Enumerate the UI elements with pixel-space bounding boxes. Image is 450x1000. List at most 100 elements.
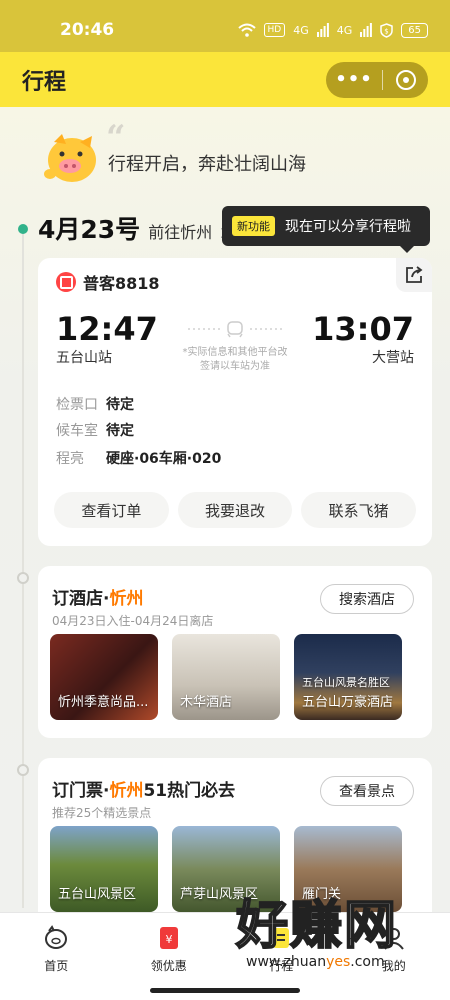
search-hotel-button[interactable]: 搜索酒店 — [320, 584, 414, 614]
share-icon — [406, 266, 423, 283]
tooltip-text: 现在可以分享行程啦 — [285, 219, 411, 235]
attraction-card[interactable]: 雁门关 — [294, 826, 402, 912]
tab-label: 首页 — [44, 959, 69, 973]
refund-change-button[interactable]: 我要退改 — [177, 492, 293, 528]
info-row-waiting-room: 候车室 待定 — [56, 420, 134, 440]
profile-icon — [383, 928, 404, 950]
signal-bars-icon-2 — [360, 23, 373, 37]
timeline-dot — [17, 764, 29, 776]
info-row-gate: 检票口 待定 — [56, 394, 134, 414]
departure-time: 12:47 — [56, 310, 158, 348]
hotel-list: 忻州季意尚品... 木华酒店 五台山风景名胜区 五台山万豪酒店 — [50, 634, 402, 720]
train-track-icon — [188, 321, 282, 338]
tickets-section-title: 订门票·忻州51热门必去 — [52, 776, 235, 801]
attraction-tickets-section: 订门票·忻州51热门必去 推荐25个精选景点 查看景点 五台山风景区 芦芽山风景… — [38, 758, 432, 928]
hotel-section: 订酒店·忻州 04月23日入住-04月24日离店 搜索酒店 忻州季意尚品... … — [38, 566, 432, 738]
status-time: 20:46 — [60, 20, 115, 40]
signal-bars-icon — [316, 23, 329, 37]
departure-station: 五台山站 — [56, 350, 112, 366]
hd-icon: HD — [263, 23, 286, 37]
status-bar: 20:46 HD 4G 4G $ 65 — [0, 0, 450, 60]
signal-icon: 4G — [293, 23, 309, 37]
more-button[interactable]: ••• — [326, 69, 382, 90]
pig-home-icon — [45, 925, 68, 949]
tab-mine[interactable]: 我的 — [338, 913, 450, 1000]
tab-label: 行程 — [269, 959, 294, 973]
info-label: 程亮 — [56, 451, 84, 467]
hotel-card[interactable]: 五台山风景名胜区 五台山万豪酒店 — [294, 634, 402, 720]
close-target-icon — [395, 69, 416, 90]
hotel-dates: 04月23日入住-04月24日离店 — [52, 614, 214, 628]
trip-destination: 前往忻州 — [148, 223, 213, 242]
bottom-tab-bar: 首页 ¥ 领优惠 行程 我的 — [0, 912, 450, 1000]
tickets-subtitle: 推荐25个精选景点 — [52, 806, 152, 820]
schedule-note: *实际信息和其他平台改 签请以车站为准 — [168, 346, 302, 374]
train-number: 普客8818 — [83, 274, 160, 293]
info-value: 硬座·06车厢·020 — [106, 451, 222, 467]
info-value: 待定 — [106, 397, 134, 413]
attraction-list: 五台山风景区 芦芽山风景区 雁门关 — [50, 826, 402, 912]
tab-home[interactable]: 首页 — [0, 913, 113, 1000]
shield-dollar-icon: $ — [380, 22, 394, 38]
close-button[interactable] — [383, 69, 428, 90]
timeline-dot-active — [18, 224, 28, 234]
svg-text:$: $ — [385, 27, 389, 35]
timeline-dot — [17, 572, 29, 584]
tab-coupons[interactable]: ¥ 领优惠 — [113, 913, 226, 1000]
attraction-name: 五台山风景区 — [58, 887, 137, 902]
hotel-card[interactable]: 木华酒店 — [172, 634, 280, 720]
title-suffix: 51热门必去 — [143, 781, 236, 801]
new-feature-badge: 新功能 — [232, 216, 275, 236]
ticket-actions: 查看订单 我要退改 联系飞猪 — [54, 492, 417, 528]
view-attractions-button[interactable]: 查看景点 — [320, 776, 414, 806]
title-city: 忻州 — [109, 589, 144, 609]
schedule-note-line2: 签请以车站为准 — [200, 361, 270, 372]
tab-trips[interactable]: 行程 — [225, 913, 338, 1000]
train-ticket-card[interactable]: 普客8818 12:47 五台山站 *实际信息和其他平台改 签请以车站为准 13… — [38, 258, 432, 546]
schedule-note-line1: *实际信息和其他平台改 — [182, 347, 288, 358]
arrival-time: 13:07 — [312, 310, 414, 348]
title-city: 忻州 — [109, 781, 144, 801]
share-tooltip[interactable]: 新功能 现在可以分享行程啦 — [222, 206, 430, 253]
attraction-name: 芦芽山风景区 — [180, 887, 259, 902]
tab-label: 我的 — [381, 959, 406, 973]
hotel-section-title: 订酒店·忻州 — [52, 584, 143, 609]
wifi-icon — [237, 23, 256, 37]
timeline-line — [22, 228, 24, 908]
info-label: 检票口 — [56, 397, 98, 413]
tab-label: 领优惠 — [150, 959, 187, 973]
info-value: 待定 — [106, 423, 134, 439]
svg-text:¥: ¥ — [165, 933, 172, 946]
trip-icon — [273, 928, 290, 948]
train-icon — [56, 272, 76, 292]
trip-date: 4月23号 — [38, 215, 141, 244]
attraction-name: 雁门关 — [302, 887, 342, 902]
view-order-button[interactable]: 查看订单 — [54, 492, 169, 528]
trip-date-row: 4月23号 前往忻州 2个 — [38, 210, 243, 246]
contact-fliggy-button[interactable]: 联系飞猪 — [301, 492, 417, 528]
share-button[interactable] — [396, 258, 432, 292]
info-label: 候车室 — [56, 423, 98, 439]
status-icons: HD 4G 4G $ 65 — [237, 22, 428, 38]
hotel-name: 五台山万豪酒店 — [302, 695, 394, 710]
mini-program-capsule: ••• — [326, 61, 428, 98]
attraction-card[interactable]: 五台山风景区 — [50, 826, 158, 912]
hotel-name: 忻州季意尚品... — [58, 695, 149, 710]
home-indicator — [150, 988, 300, 993]
red-packet-icon: ¥ — [159, 927, 178, 949]
pig-mascot-icon — [44, 134, 96, 182]
train-header: 普客8818 — [56, 270, 160, 294]
signal-icon-2: 4G — [336, 23, 353, 37]
arrival-station: 大营站 — [372, 350, 414, 366]
hero-slogan: 行程开启，奔赴壮阔山海 — [108, 154, 306, 175]
title-prefix: 订酒店· — [52, 589, 110, 609]
title-prefix: 订门票· — [52, 781, 110, 801]
hotel-area: 五台山风景名胜区 — [302, 676, 390, 689]
nav-header: 行程 ••• — [0, 52, 450, 107]
page-title: 行程 — [22, 69, 67, 95]
hotel-card[interactable]: 忻州季意尚品... — [50, 634, 158, 720]
attraction-card[interactable]: 芦芽山风景区 — [172, 826, 280, 912]
hotel-name: 木华酒店 — [180, 695, 233, 710]
battery-icon: 65 — [401, 22, 428, 38]
info-row-seat: 程亮 硬座·06车厢·020 — [56, 448, 221, 468]
